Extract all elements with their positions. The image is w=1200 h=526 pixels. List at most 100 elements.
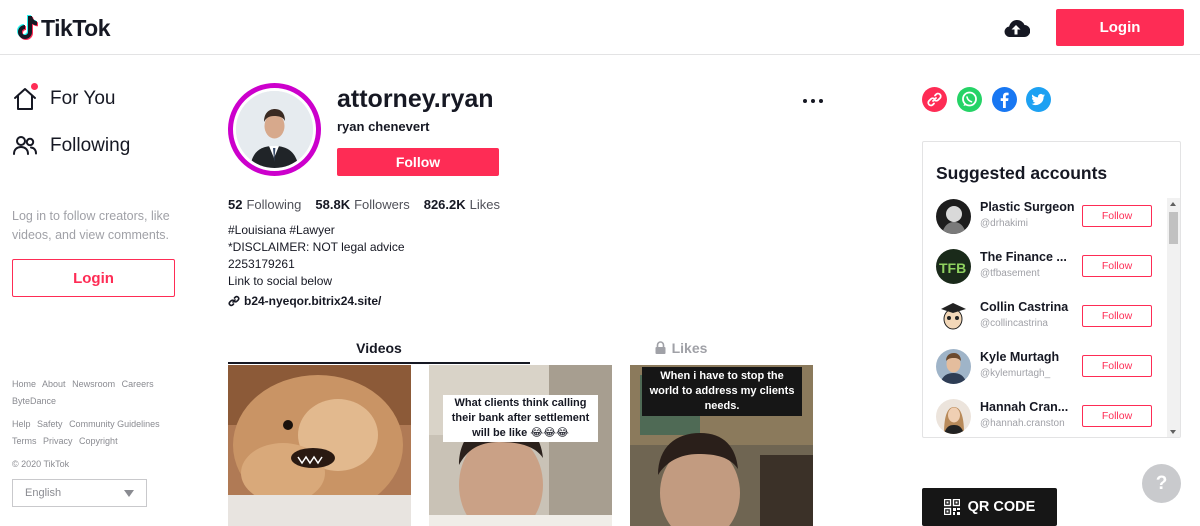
suggested-account-item[interactable]: Plastic Surgeon @drhakimi Follow [936, 199, 1168, 235]
video-thumbnail[interactable]: What clients think calling their bank af… [429, 365, 612, 526]
footer-link-careers[interactable]: Careers [122, 379, 154, 389]
profile-username: attorney.ryan [337, 85, 494, 113]
profile-display-name: ryan chenevert [337, 119, 430, 134]
tab-videos[interactable]: Videos [228, 340, 530, 364]
top-header: TikTok Login [0, 0, 1200, 55]
footer-link-bytedance[interactable]: ByteDance [12, 396, 56, 406]
link-icon [228, 295, 240, 307]
stat-likes: 826.2K Likes [424, 197, 500, 212]
suggested-account-item[interactable]: Kyle Murtagh @kylemurtagh_ Follow [936, 349, 1168, 385]
follow-button[interactable]: Follow [337, 148, 499, 176]
scroll-up-arrow-icon[interactable] [1170, 202, 1176, 206]
stat-followers: 58.8K Followers [315, 197, 409, 212]
avatar [936, 399, 971, 434]
footer-link-home[interactable]: Home [12, 379, 36, 389]
account-handle: @kylemurtagh_ [980, 368, 1051, 379]
account-name: Plastic Surgeon [980, 200, 1075, 214]
sidebar-item-label: Following [50, 135, 131, 156]
tab-likes-label: Likes [671, 340, 708, 356]
stat-label: Following [246, 197, 302, 212]
share-link-button[interactable] [922, 87, 947, 112]
bio-link[interactable]: b24-nyeqor.bitrix24.site/ [228, 294, 381, 308]
sidebar-item-for-you[interactable]: For You [12, 86, 116, 112]
profile-bio: #Louisiana #Lawyer *DISCLAIMER: NOT lega… [228, 222, 405, 290]
video-thumbnail[interactable] [228, 365, 411, 526]
avatar [936, 349, 971, 384]
qr-code-icon [943, 499, 960, 515]
account-name: Kyle Murtagh [980, 350, 1060, 364]
footer-link-newsroom[interactable]: Newsroom [72, 379, 115, 389]
follow-account-button[interactable]: Follow [1082, 305, 1152, 327]
footer-link-terms[interactable]: Terms [12, 436, 37, 446]
account-name: Hannah Cran... [980, 400, 1069, 414]
scroll-down-arrow-icon[interactable] [1170, 430, 1176, 434]
follow-account-button[interactable]: Follow [1082, 205, 1152, 227]
video-caption: What clients think calling their bank af… [443, 395, 598, 442]
qr-code-button[interactable]: QR CODE [922, 488, 1057, 526]
facebook-icon [1000, 92, 1009, 108]
sidebar-item-following[interactable]: Following [12, 133, 130, 159]
account-handle: @drhakimi [980, 218, 1028, 229]
svg-text:TFB: TFB [939, 260, 966, 276]
bio-line: 2253179261 [228, 257, 295, 271]
footer-links-primary: Home About Newsroom Careers ByteDance [12, 376, 192, 410]
twitter-icon [1031, 93, 1045, 106]
follow-account-button[interactable]: Follow [1082, 255, 1152, 277]
footer-link-community-guidelines[interactable]: Community Guidelines [69, 419, 160, 429]
header-login-button[interactable]: Login [1056, 9, 1184, 46]
lock-icon [655, 341, 666, 354]
bio-line: #Louisiana #Lawyer [228, 223, 335, 237]
bio-line: *DISCLAIMER: NOT legal advice [228, 240, 405, 254]
footer-link-help[interactable]: Help [12, 419, 31, 429]
account-name: Collin Castrina [980, 300, 1069, 314]
follow-account-button[interactable]: Follow [1082, 405, 1152, 427]
whatsapp-icon [962, 91, 977, 107]
profile-avatar [228, 83, 321, 176]
profile-stats: 52 Following 58.8K Followers 826.2K Likes [228, 197, 514, 212]
stat-value: 826.2K [423, 197, 466, 212]
stat-value: 58.8K [315, 197, 351, 212]
footer-link-safety[interactable]: Safety [37, 419, 63, 429]
avatar [936, 199, 971, 234]
qr-code-label: QR CODE [967, 499, 1036, 515]
share-twitter-button[interactable] [1026, 87, 1051, 112]
bio-link-text: b24-nyeqor.bitrix24.site/ [244, 294, 382, 308]
follow-account-button[interactable]: Follow [1082, 355, 1152, 377]
stat-label: Followers [354, 197, 410, 212]
account-handle: @hannah.cranston [980, 418, 1065, 429]
sidebar-item-label: For You [50, 88, 116, 109]
share-facebook-button[interactable] [992, 87, 1017, 112]
stat-following: 52 Following [228, 197, 301, 212]
account-handle: @collincastrina [980, 318, 1048, 329]
cloud-upload-icon[interactable] [1002, 16, 1030, 40]
footer-link-about[interactable]: About [42, 379, 66, 389]
language-select[interactable]: English [12, 479, 147, 507]
avatar-image [236, 91, 313, 168]
suggested-accounts-title: Suggested accounts [936, 163, 1108, 183]
help-button[interactable]: ? [1142, 464, 1181, 503]
logo-text: TikTok [41, 14, 111, 41]
bio-line: Link to social below [228, 274, 333, 288]
link-icon [927, 92, 942, 107]
login-hint-text: Log in to follow creators, like videos, … [12, 209, 170, 242]
suggested-account-item[interactable]: Hannah Cran... @hannah.cranston Follow [936, 399, 1168, 435]
suggested-account-item[interactable]: TFB The Finance ... @tfbasement Follow [936, 249, 1168, 285]
scroll-thumb[interactable] [1169, 212, 1178, 244]
copyright-text: © 2020 TikTok [12, 459, 70, 469]
video-caption: When i have to stop the world to address… [642, 367, 802, 416]
footer-links-secondary: Help Safety Community Guidelines Terms P… [12, 416, 192, 450]
tab-likes[interactable]: Likes [530, 340, 832, 364]
more-options-icon[interactable] [803, 97, 823, 105]
people-icon [13, 136, 37, 155]
suggested-account-item[interactable]: Collin Castrina @collincastrina Follow [936, 299, 1168, 335]
tiktok-logo[interactable]: TikTok [16, 13, 111, 43]
dropdown-arrow-icon [124, 489, 134, 497]
stat-value: 52 [228, 197, 243, 212]
share-whatsapp-button[interactable] [957, 87, 982, 112]
video-thumbnail[interactable]: When i have to stop the world to address… [630, 365, 813, 526]
sidebar-login-button[interactable]: Login [12, 259, 175, 297]
account-name: The Finance ... [980, 250, 1067, 264]
footer-link-copyright[interactable]: Copyright [79, 436, 118, 446]
footer-link-privacy[interactable]: Privacy [43, 436, 73, 446]
suggested-scrollbar[interactable] [1167, 198, 1180, 437]
